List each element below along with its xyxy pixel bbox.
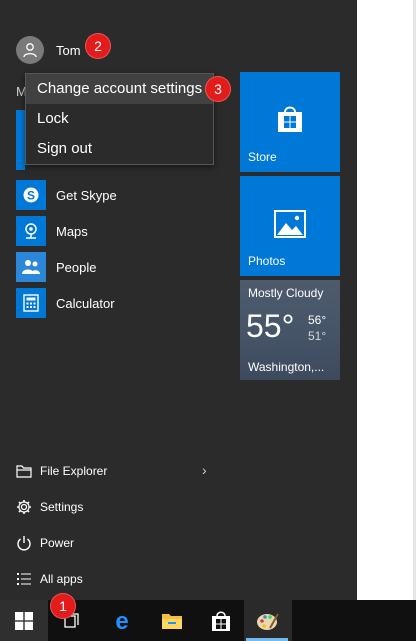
weather-condition: Mostly Cloudy	[248, 286, 324, 300]
paint-palette-icon	[257, 613, 279, 630]
app-calculator[interactable]: Calculator	[16, 288, 115, 318]
file-explorer-taskbar-button[interactable]	[148, 600, 196, 641]
chevron-right-icon[interactable]: ›	[202, 462, 207, 478]
app-label: People	[56, 259, 97, 275]
step-badge-1: 1	[50, 593, 76, 619]
power-icon	[17, 536, 31, 551]
bottom-label: Power	[40, 536, 75, 550]
hidden-app-2[interactable]	[16, 140, 25, 170]
weather-high: 56°	[308, 313, 327, 327]
settings-button[interactable]: Settings	[16, 495, 83, 519]
people-icon	[16, 252, 46, 282]
tile-label: Store	[248, 150, 277, 164]
user-name: Tom	[56, 42, 81, 58]
app-label: Maps	[56, 223, 88, 239]
weather-low: 51°	[308, 329, 327, 343]
tile-label: Photos	[248, 254, 286, 268]
folder-icon	[16, 465, 32, 478]
app-label: Get Skype	[56, 187, 117, 203]
hidden-app-1[interactable]	[16, 110, 25, 140]
weather-city: Washington,...	[248, 360, 325, 374]
bottom-label: File Explorer	[40, 464, 108, 478]
folder-icon	[162, 613, 182, 629]
photos-icon	[274, 210, 306, 238]
app-tile-partial	[16, 110, 25, 140]
power-button[interactable]: Power	[16, 531, 74, 555]
edge-icon: e	[115, 610, 128, 632]
app-people[interactable]: People	[16, 252, 96, 282]
file-explorer-button[interactable]: File Explorer	[16, 459, 107, 483]
start-button[interactable]	[0, 600, 48, 641]
app-get-skype[interactable]: S Get Skype	[16, 180, 117, 210]
maps-icon	[16, 216, 46, 246]
edge-button[interactable]: e	[98, 600, 146, 641]
menu-sign-out[interactable]: Sign out	[26, 134, 213, 164]
app-label: Calculator	[56, 295, 115, 311]
windows-logo-icon	[15, 611, 33, 630]
svg-text:S: S	[27, 188, 35, 202]
list-icon	[17, 573, 31, 585]
start-menu: Tom 2 M S Get Skype Maps People Calculat…	[0, 0, 357, 600]
app-tile-partial	[16, 140, 25, 170]
user-account-button[interactable]: Tom	[16, 36, 81, 64]
account-context-menu: Change account settings Lock Sign out	[25, 73, 214, 165]
bottom-label: Settings	[40, 500, 84, 514]
calculator-icon	[16, 288, 46, 318]
app-maps[interactable]: Maps	[16, 216, 88, 246]
user-avatar-icon	[16, 36, 44, 64]
step-badge-2: 2	[85, 33, 111, 59]
weather-temperature: 55°	[246, 308, 295, 344]
menu-change-account-settings[interactable]: Change account settings	[26, 74, 213, 104]
store-taskbar-button[interactable]	[197, 600, 245, 641]
step-badge-3: 3	[205, 76, 231, 102]
tile-photos[interactable]: Photos	[240, 176, 340, 276]
store-icon	[278, 106, 302, 132]
all-apps-button[interactable]: All apps	[16, 567, 83, 591]
bottom-label: All apps	[40, 572, 83, 586]
tile-weather[interactable]: Mostly Cloudy 55° 56° 51° Washington,...	[240, 280, 340, 380]
menu-lock[interactable]: Lock	[26, 104, 213, 134]
tile-store[interactable]: Store	[240, 72, 340, 172]
paint-taskbar-button[interactable]	[244, 600, 292, 641]
desktop-background	[357, 0, 416, 600]
svg-text:e: e	[115, 610, 128, 632]
gear-icon	[17, 500, 31, 514]
skype-icon: S	[16, 180, 46, 210]
store-icon	[212, 611, 230, 631]
